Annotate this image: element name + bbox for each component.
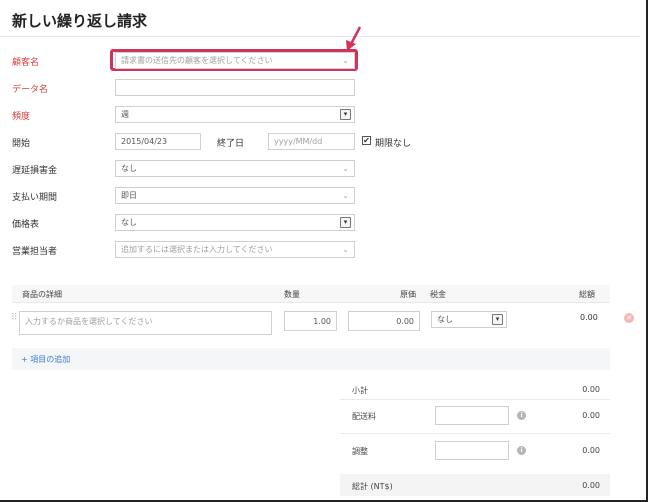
customer-placeholder: 請求書の送信先の顧客を選択してください: [121, 56, 273, 65]
adjustment-label: 調整: [352, 447, 368, 456]
start-date-input[interactable]: 2015/04/23: [115, 133, 201, 150]
header-item-details: 商品の詳細: [22, 290, 62, 299]
add-item-bar: + 項目の追加: [12, 348, 610, 370]
payment-terms-value: 即日: [121, 191, 137, 200]
info-icon[interactable]: i: [517, 446, 526, 455]
end-label: 終了日: [217, 139, 245, 149]
adjustment-input[interactable]: [435, 441, 509, 460]
shipping-label: 配送料: [352, 412, 376, 421]
start-label: 開始: [12, 139, 31, 149]
items-table-header: 商品の詳細 数量 原価 税金 総額: [12, 285, 610, 303]
profile-name-label: データ名: [12, 85, 49, 95]
dropdown-arrow-icon: ▾: [340, 109, 351, 120]
end-date-input[interactable]: yyyy/MM/dd: [268, 133, 355, 150]
payment-terms-select[interactable]: 即日 ⌄: [115, 187, 355, 204]
page-title: 新しい繰り返し請求: [12, 12, 148, 30]
remove-row-icon[interactable]: ✕: [624, 313, 634, 323]
item-details-input[interactable]: 入力するか商品を選択してください: [19, 311, 272, 335]
chevron-down-icon: ⌄: [342, 164, 349, 173]
rate-input[interactable]: 0.00: [348, 311, 420, 331]
subtotal-row: 小計 0.00: [340, 378, 610, 400]
price-list-value: なし: [121, 218, 137, 227]
info-icon[interactable]: i: [517, 411, 526, 420]
page: 新しい繰り返し請求 顧客名 請求書の送信先の顧客を選択してください ⌄ データ名…: [0, 0, 648, 502]
grand-total-row: 総計 (NT$) 0.00: [340, 474, 610, 496]
item-amount: 0.00: [580, 313, 598, 322]
late-fee-select[interactable]: なし ⌄: [115, 160, 355, 177]
header-quantity: 数量: [284, 290, 300, 299]
title-divider: [0, 36, 640, 37]
salesperson-placeholder: 追加するには選択または入力してください: [121, 245, 273, 254]
header-rate: 原価: [400, 290, 416, 299]
adjustment-value: 0.00: [582, 446, 600, 455]
quantity-input[interactable]: 1.00: [284, 311, 337, 331]
frequency-label: 頻度: [12, 112, 31, 122]
price-list-select[interactable]: なし ▾: [115, 214, 355, 231]
add-item-link[interactable]: + 項目の追加: [21, 354, 70, 365]
no-end-label: 期限なし: [375, 139, 412, 149]
chevron-down-icon: ⌄: [342, 56, 349, 65]
shipping-row: 配送料 i 0.00: [340, 400, 610, 434]
shipping-input[interactable]: [435, 406, 509, 425]
shipping-value: 0.00: [582, 411, 600, 420]
price-list-label: 価格表: [12, 220, 40, 230]
late-fee-value: なし: [121, 164, 137, 173]
dropdown-arrow-icon: ▾: [340, 217, 351, 228]
drag-handle-icon[interactable]: ⠿: [11, 313, 18, 323]
customer-select[interactable]: 請求書の送信先の顧客を選択してください ⌄: [115, 52, 355, 69]
customer-label: 顧客名: [12, 58, 40, 68]
frequency-value: 週: [121, 110, 129, 119]
profile-name-input[interactable]: [115, 79, 355, 96]
salesperson-select[interactable]: 追加するには選択または入力してください ⌄: [115, 241, 355, 258]
header-amount: 総額: [579, 290, 595, 299]
grand-total-value: 0.00: [582, 481, 600, 490]
subtotal-value: 0.00: [582, 385, 600, 394]
dropdown-arrow-icon: ▾: [492, 314, 503, 325]
salesperson-label: 営業担当者: [12, 247, 58, 257]
subtotal-label: 小計: [352, 386, 368, 395]
chevron-down-icon: ⌄: [342, 191, 349, 200]
chevron-down-icon: ⌄: [342, 245, 349, 254]
late-fee-label: 遅延損害金: [12, 166, 58, 176]
payment-terms-label: 支払い期間: [12, 193, 58, 203]
header-tax: 税金: [430, 290, 446, 299]
tax-select[interactable]: なし ▾: [431, 311, 507, 328]
adjustment-row: 調整 i 0.00: [340, 434, 610, 468]
tax-value: なし: [437, 315, 453, 324]
grand-total-label: 総計 (NT$): [352, 482, 393, 491]
frequency-select[interactable]: 週 ▾: [115, 106, 355, 123]
no-end-checkbox[interactable]: ✔: [362, 136, 371, 145]
